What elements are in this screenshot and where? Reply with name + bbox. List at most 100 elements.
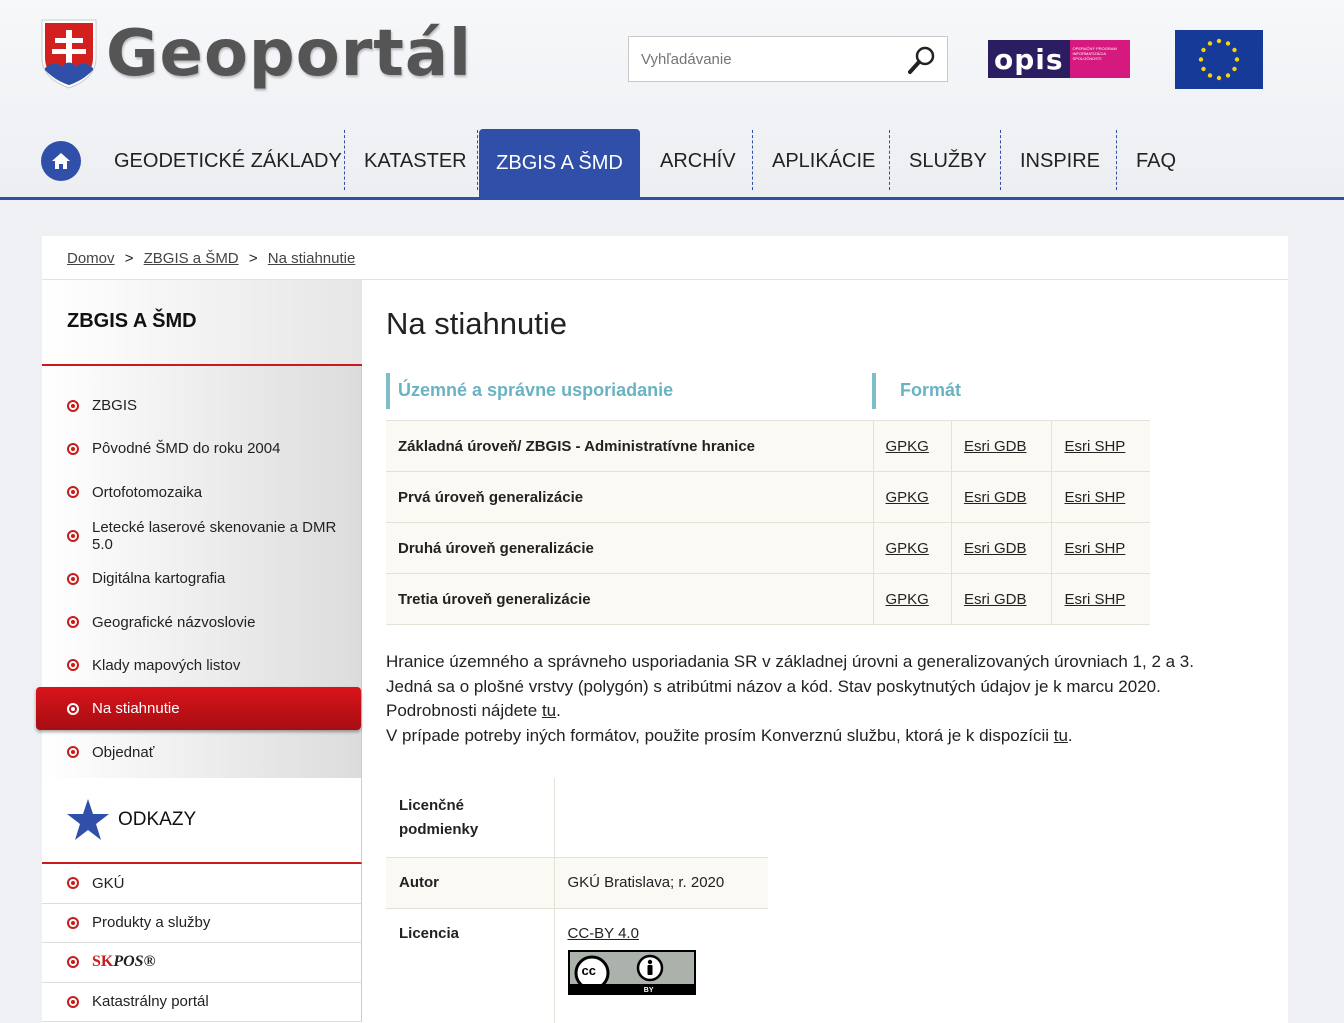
bullet-icon <box>67 572 79 585</box>
nav-separator <box>889 130 890 190</box>
odkaz-skpos[interactable]: SKPOS® <box>42 943 361 983</box>
breadcrumb: Domov > ZBGIS a ŠMD > Na stiahnutie <box>42 236 1288 280</box>
sidebar-item-klady-listov[interactable]: Klady mapových listov <box>42 644 361 687</box>
sidebar-item-label: Klady mapových listov <box>92 656 241 674</box>
table-row: Tretia úroveň generalizácie GPKG Esri GD… <box>386 573 1150 625</box>
opis-logo[interactable]: opis OPERAČNÝ PROGRAM INFORMATIZÁCIA SPO… <box>988 40 1130 78</box>
sidebar-title: ZBGIS A ŠMD <box>42 280 362 366</box>
search-icon[interactable] <box>907 45 937 75</box>
nav-geodeticke-zaklady[interactable]: GEODETICKÉ ZÁKLADY <box>114 126 342 197</box>
breadcrumb-zbgis-link[interactable]: ZBGIS a ŠMD <box>144 250 239 267</box>
row-name: Prvá úroveň generalizácie <box>386 471 873 523</box>
nav-aplikacie[interactable]: APLIKÁCIE <box>772 126 875 197</box>
nav-separator <box>344 130 345 190</box>
bullet-icon <box>67 746 79 759</box>
sidebar-menu: ZBGIS Pôvodné ŠMD do roku 2004 Ortofotom… <box>36 366 362 778</box>
description-line: Jedná sa o plošné vrstvy (polygón) s atr… <box>386 676 1161 696</box>
skpos-logo: SKPOS® <box>92 953 156 971</box>
table-header: Územné a správne usporiadanie Formát <box>386 373 1150 409</box>
odkaz-gku[interactable]: GKÚ <box>42 864 361 904</box>
bullet-icon <box>67 616 79 629</box>
bullet-icon <box>67 877 79 890</box>
search-input[interactable] <box>629 37 889 81</box>
autor-label: Autor <box>386 856 555 908</box>
gpkg-link[interactable]: GPKG <box>886 591 929 608</box>
row-name: Základná úroveň/ ZBGIS - Administratívne… <box>386 420 873 472</box>
bullet-icon <box>67 486 79 499</box>
esri-shp-link[interactable]: Esri SHP <box>1064 438 1125 455</box>
home-button[interactable] <box>41 141 81 181</box>
sidebar-item-povodne-smd[interactable]: Pôvodné ŠMD do roku 2004 <box>42 427 361 470</box>
esri-gdb-link[interactable]: Esri GDB <box>964 489 1027 506</box>
autor-value: GKÚ Bratislava; r. 2020 <box>554 856 768 908</box>
conversion-service-link[interactable]: tu <box>1054 726 1068 745</box>
bullet-icon <box>67 529 79 542</box>
description-line: Hranice územného a správneho usporiadani… <box>386 652 1194 671</box>
nav-kataster[interactable]: KATASTER <box>364 126 467 197</box>
column-header-title: Územné a správne usporiadanie <box>398 380 674 400</box>
badge-footer <box>569 983 694 993</box>
bullet-icon <box>67 442 79 455</box>
breadcrumb-current-link[interactable]: Na stiahnutie <box>268 250 356 267</box>
esri-shp-link[interactable]: Esri SHP <box>1064 591 1125 608</box>
eu-stars-icon <box>1198 38 1240 81</box>
search-box <box>628 36 948 82</box>
sidebar-item-label: Pôvodné ŠMD do roku 2004 <box>92 440 281 458</box>
sidebar-item-geograficke-nazvoslovie[interactable]: Geografické názvoslovie <box>42 600 361 643</box>
nav-separator <box>752 130 753 190</box>
skpos-logo-rest: POS® <box>113 953 156 971</box>
description-text: . <box>556 701 561 720</box>
nav-sluzby[interactable]: SLUŽBY <box>909 126 987 197</box>
breadcrumb-separator: > <box>248 250 258 267</box>
odkaz-label: Produkty a služby <box>92 914 211 932</box>
sidebar-item-laserove-skenovanie[interactable]: Letecké laserové skenovanie a DMR 5.0 <box>42 514 361 557</box>
odkaz-produkty-sluzby[interactable]: Produkty a služby <box>42 904 361 943</box>
description-text: Podrobnosti nájdete <box>386 701 542 720</box>
gpkg-link[interactable]: GPKG <box>886 438 929 455</box>
home-icon <box>52 153 70 169</box>
description-text: . <box>1067 725 1073 745</box>
nav-archiv[interactable]: ARCHÍV <box>660 126 736 197</box>
cc-mark: cc <box>581 962 596 978</box>
nav-inspire[interactable]: INSPIRE <box>1020 126 1100 197</box>
download-table: Základná úroveň/ ZBGIS - Administratívne… <box>386 420 1150 625</box>
esri-gdb-link[interactable]: Esri GDB <box>964 540 1027 557</box>
sidebar-item-label: Na stiahnutie <box>92 700 180 718</box>
sidebar-item-zbgis[interactable]: ZBGIS <box>42 384 361 427</box>
table-row: Licencia CC-BY 4.0 cc BY <box>386 907 768 1023</box>
esri-gdb-link[interactable]: Esri GDB <box>964 438 1027 455</box>
bullet-icon <box>67 399 79 412</box>
odkaz-label: GKÚ <box>92 874 125 892</box>
attribution-person-icon <box>636 954 663 981</box>
nav-zbgis-smd[interactable]: ZBGIS A ŠMD <box>479 129 640 197</box>
esri-shp-link[interactable]: Esri SHP <box>1064 489 1125 506</box>
gpkg-link[interactable]: GPKG <box>886 489 929 506</box>
breadcrumb-home-link[interactable]: Domov <box>67 250 115 267</box>
cc-by-link[interactable]: CC-BY 4.0 <box>568 925 639 942</box>
esri-gdb-link[interactable]: Esri GDB <box>964 591 1027 608</box>
bullet-icon <box>67 956 79 969</box>
opis-logo-text: opis <box>994 42 1064 76</box>
sidebar-item-label: Ortofotomozaika <box>92 483 203 501</box>
table-row: Druhá úroveň generalizácie GPKG Esri GDB… <box>386 522 1150 574</box>
eu-flag-logo[interactable] <box>1175 30 1263 89</box>
details-link[interactable]: tu <box>542 701 556 720</box>
gpkg-link[interactable]: GPKG <box>886 540 929 557</box>
page-title: Na stiahnutie <box>386 306 567 341</box>
table-row: Licenčné podmienky <box>386 778 768 857</box>
bullet-icon <box>67 659 79 672</box>
nav-faq[interactable]: FAQ <box>1136 126 1176 197</box>
odkaz-katastralny-portal[interactable]: Katastrálny portál <box>42 983 361 1022</box>
license-table: Licenčné podmienky Autor GKÚ Bratislava;… <box>386 778 768 1023</box>
sidebar-item-na-stiahnutie[interactable]: Na stiahnutie <box>36 687 361 731</box>
site-logo[interactable]: Geoportál <box>40 14 472 94</box>
bullet-icon <box>67 702 79 715</box>
cc-by-badge[interactable]: cc BY <box>567 949 696 995</box>
header-accent-bar <box>872 373 876 409</box>
sidebar-item-digitalna-kartografia[interactable]: Digitálna kartografia <box>42 557 361 600</box>
esri-shp-link[interactable]: Esri SHP <box>1064 540 1125 557</box>
license-header: Licenčné podmienky <box>386 778 555 857</box>
sidebar-item-ortofotomozaika[interactable]: Ortofotomozaika <box>42 471 361 514</box>
description-line: V prípade potreby iných formátov, použit… <box>386 724 1246 749</box>
sidebar-item-objednat[interactable]: Objednať <box>42 730 361 773</box>
